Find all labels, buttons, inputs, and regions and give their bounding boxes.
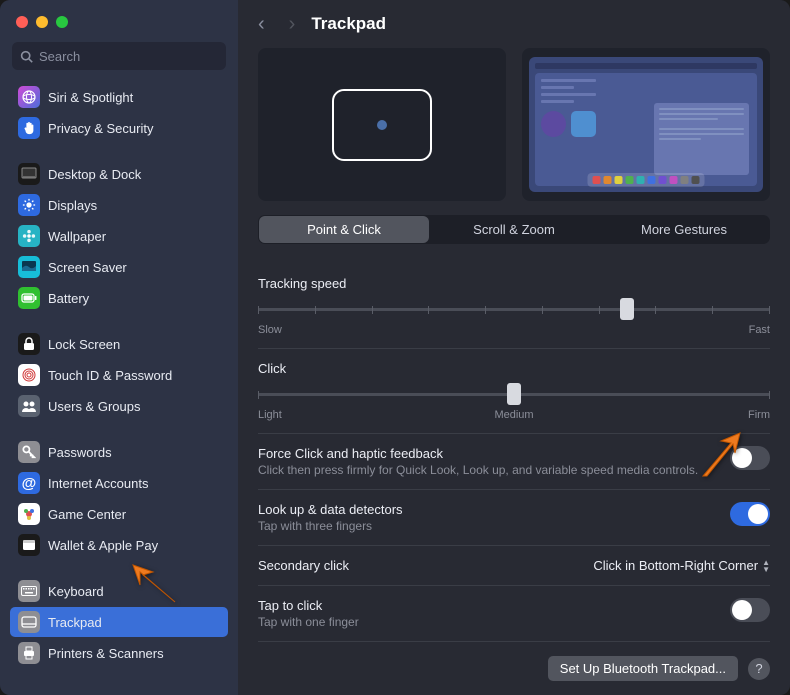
force-click-sub: Click then press firmly for Quick Look, … — [258, 463, 698, 477]
sidebar-item-label: Trackpad — [48, 615, 102, 630]
page-title: Trackpad — [311, 14, 386, 34]
lookup-sub: Tap with three fingers — [258, 519, 403, 533]
tab-point-click[interactable]: Point & Click — [259, 216, 429, 243]
sidebar-item-touch-id-password[interactable]: Touch ID & Password — [10, 360, 228, 390]
sidebar-item-label: Passwords — [48, 445, 112, 460]
finger-icon — [18, 364, 40, 386]
sidebar-item-battery[interactable]: Battery — [10, 283, 228, 313]
lock-icon — [18, 333, 40, 355]
setting-secondary-click: Secondary click Click in Bottom-Right Co… — [258, 546, 770, 586]
search-input[interactable] — [39, 49, 218, 64]
trackpad-icon — [18, 611, 40, 633]
keyboard-icon — [18, 580, 40, 602]
tap-label: Tap to click — [258, 598, 359, 613]
secondary-click-label: Secondary click — [258, 558, 349, 573]
at-icon: @ — [18, 472, 40, 494]
dock-icon — [18, 163, 40, 185]
setting-lookup: Look up & data detectors Tap with three … — [258, 490, 770, 546]
sidebar-list: Siri & Spotlight Privacy & Security Deskto… — [0, 82, 238, 695]
sidebar-item-label: Battery — [48, 291, 89, 306]
users-icon — [18, 395, 40, 417]
sidebar-item-wallet-apple-pay[interactable]: Wallet & Apple Pay — [10, 530, 228, 560]
sun-icon — [18, 194, 40, 216]
sidebar-item-siri-spotlight[interactable]: Siri & Spotlight — [10, 82, 228, 112]
sidebar-item-label: Users & Groups — [48, 399, 140, 414]
sidebar-item-label: Desktop & Dock — [48, 167, 141, 182]
minimize-button[interactable] — [36, 16, 48, 28]
key-icon — [18, 441, 40, 463]
setting-force-click: Force Click and haptic feedback Click th… — [258, 434, 770, 490]
sidebar-item-users-groups[interactable]: Users & Groups — [10, 391, 228, 421]
help-button[interactable]: ? — [748, 658, 770, 680]
back-button[interactable]: ‹ — [258, 14, 265, 34]
secondary-click-select[interactable]: Click in Bottom-Right Corner ▲▼ — [593, 558, 770, 573]
sidebar-item-label: Game Center — [48, 507, 126, 522]
setting-tracking-speed: Tracking speed Slow Fast — [258, 264, 770, 349]
sidebar-item-label: Displays — [48, 198, 97, 213]
setup-bluetooth-button[interactable]: Set Up Bluetooth Trackpad... — [548, 656, 738, 681]
sidebar-item-trackpad[interactable]: Trackpad — [10, 607, 228, 637]
sidebar-item-label: Wallet & Apple Pay — [48, 538, 158, 553]
sphere-icon — [18, 86, 40, 108]
sidebar-item-game-center[interactable]: Game Center — [10, 499, 228, 529]
sidebar-item-wallpaper[interactable]: Wallpaper — [10, 221, 228, 251]
sidebar-item-internet-accounts[interactable]: @ Internet Accounts — [10, 468, 228, 498]
sidebar-item-displays[interactable]: Displays — [10, 190, 228, 220]
sidebar-item-label: Touch ID & Password — [48, 368, 172, 383]
tap-toggle[interactable] — [730, 598, 770, 622]
screen-icon — [18, 256, 40, 278]
sidebar-item-screen-saver[interactable]: Screen Saver — [10, 252, 228, 282]
forward-button[interactable]: › — [289, 14, 296, 34]
lookup-toggle[interactable] — [730, 502, 770, 526]
setting-tap-to-click: Tap to click Tap with one finger — [258, 586, 770, 642]
search-icon — [20, 50, 33, 63]
hand-icon — [18, 117, 40, 139]
sidebar-item-label: Privacy & Security — [48, 121, 153, 136]
sidebar-item-privacy-security[interactable]: Privacy & Security — [10, 113, 228, 143]
main-pane: ‹ › Trackpad — [238, 0, 790, 695]
tab-more-gestures[interactable]: More Gestures — [599, 216, 769, 243]
gesture-preview — [522, 48, 770, 201]
sidebar-item-label: Lock Screen — [48, 337, 120, 352]
sidebar-item-printers-scanners[interactable]: Printers & Scanners — [10, 638, 228, 668]
tracking-speed-slider[interactable] — [258, 299, 770, 319]
maximize-button[interactable] — [56, 16, 68, 28]
click-slider[interactable] — [258, 384, 770, 404]
tracking-speed-label: Tracking speed — [258, 276, 770, 291]
lookup-label: Look up & data detectors — [258, 502, 403, 517]
click-label: Click — [258, 361, 770, 376]
trackpad-preview — [258, 48, 506, 201]
wallet-icon — [18, 534, 40, 556]
game-icon — [18, 503, 40, 525]
sidebar: Siri & Spotlight Privacy & Security Deskto… — [0, 0, 238, 695]
chevron-updown-icon: ▲▼ — [762, 559, 770, 573]
sidebar-item-label: Wallpaper — [48, 229, 106, 244]
tab-scroll-zoom[interactable]: Scroll & Zoom — [429, 216, 599, 243]
force-click-label: Force Click and haptic feedback — [258, 446, 698, 461]
system-settings-window: Siri & Spotlight Privacy & Security Deskto… — [0, 0, 790, 695]
close-button[interactable] — [16, 16, 28, 28]
sidebar-item-label: Siri & Spotlight — [48, 90, 133, 105]
sidebar-item-label: Keyboard — [48, 584, 104, 599]
window-controls — [0, 8, 238, 42]
sidebar-item-passwords[interactable]: Passwords — [10, 437, 228, 467]
sidebar-item-label: Printers & Scanners — [48, 646, 164, 661]
battery-icon — [18, 287, 40, 309]
flower-icon — [18, 225, 40, 247]
tabs: Point & ClickScroll & ZoomMore Gestures — [258, 215, 770, 244]
sidebar-item-label: Screen Saver — [48, 260, 127, 275]
sidebar-item-lock-screen[interactable]: Lock Screen — [10, 329, 228, 359]
sidebar-item-label: Internet Accounts — [48, 476, 148, 491]
header: ‹ › Trackpad — [238, 0, 790, 48]
printer-icon — [18, 642, 40, 664]
force-click-toggle[interactable] — [730, 446, 770, 470]
setting-click: Click Light Medium Firm — [258, 349, 770, 434]
sidebar-item-desktop-dock[interactable]: Desktop & Dock — [10, 159, 228, 189]
search-field[interactable] — [12, 42, 226, 70]
sidebar-item-keyboard[interactable]: Keyboard — [10, 576, 228, 606]
trackpad-icon — [332, 89, 432, 161]
tap-sub: Tap with one finger — [258, 615, 359, 629]
